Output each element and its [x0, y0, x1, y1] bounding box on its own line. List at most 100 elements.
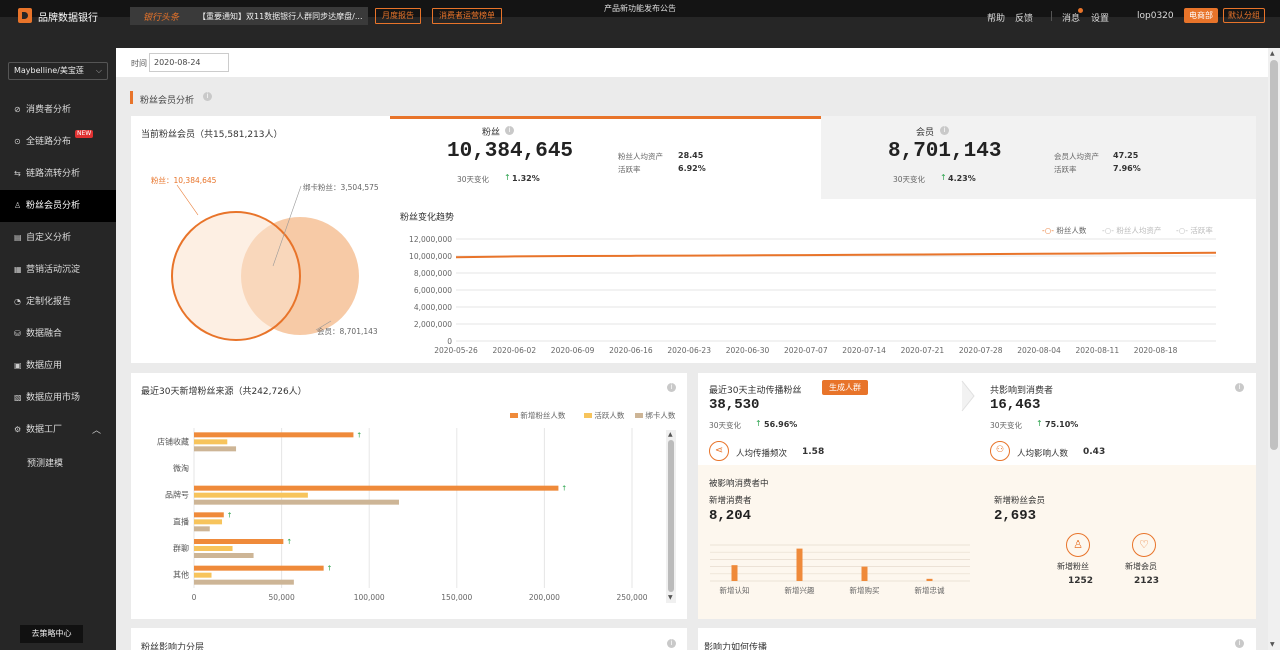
arrow-up-icon: ↑ [504, 173, 511, 182]
sidebar-item-prediction[interactable]: 预测建模 [27, 456, 63, 469]
brand-name[interactable]: 品牌数据银行 [38, 9, 98, 24]
source-bar[interactable] [194, 526, 210, 532]
members-stat2: 7.96% [1113, 164, 1141, 173]
source-bar[interactable] [194, 565, 324, 571]
scroll-down-icon[interactable]: ▼ [1270, 641, 1275, 648]
messages-link[interactable]: 消息 [1062, 11, 1080, 24]
date-input[interactable]: 2020-08-24 [149, 53, 229, 72]
sidebar-item-full-link[interactable]: ⊙ 全链路分布 [0, 126, 116, 158]
funnel-chart[interactable]: 新增认知 新增兴趣 新增购买 新增忠诚 [698, 465, 988, 619]
source-bar[interactable] [194, 492, 308, 498]
spread-value-right: 16,463 [990, 397, 1041, 413]
info-icon[interactable]: i [1235, 383, 1244, 392]
members-title: 会员 [916, 128, 935, 138]
funnel-bar[interactable] [731, 565, 738, 581]
source-bar[interactable] [194, 432, 354, 438]
members-card[interactable] [821, 116, 1256, 199]
source-bar[interactable] [194, 519, 223, 525]
source-x-tick: 0 [192, 593, 197, 602]
consumer-ranking-button[interactable]: 消费者运营榜单 [432, 8, 502, 24]
nav-divider [1051, 11, 1052, 21]
news-tab[interactable]: 银行头条 [143, 10, 179, 23]
spread-change-right: 75.10% [1045, 420, 1079, 429]
default-group-button[interactable]: 默认分组 [1223, 8, 1265, 23]
funnel-bar[interactable] [796, 548, 803, 581]
members-change-label: 30天变化 [893, 175, 926, 184]
help-link[interactable]: 帮助 [987, 11, 1005, 24]
news-text[interactable]: 【重要通知】双11数据银行人群同步达摩盘/... [198, 11, 363, 22]
source-x-tick: 250,000 [616, 593, 647, 602]
generate-audience-button[interactable]: 生成人群 [822, 380, 868, 395]
source-bar[interactable] [194, 539, 284, 544]
scroll-up-icon[interactable]: ▲ [1270, 50, 1275, 57]
source-bar[interactable] [194, 446, 237, 452]
chart-scroll-thumb[interactable] [668, 440, 674, 592]
fans-circle[interactable] [171, 211, 301, 341]
department-button[interactable]: 电商部 [1184, 8, 1218, 23]
info-icon[interactable]: i [940, 126, 949, 135]
strategy-center-button[interactable]: 去策略中心 [20, 625, 83, 643]
brand-select[interactable]: Maybelline/美宝莲 ⌵ [8, 62, 108, 80]
full-link-icon: ⊙ [14, 137, 21, 146]
arrow-up-icon: ↑ [561, 485, 567, 493]
info-icon[interactable]: i [667, 639, 676, 648]
info-icon[interactable]: i [203, 92, 212, 101]
info-icon[interactable]: i [505, 126, 514, 135]
sidebar-item-fans-members[interactable]: ♙ 粉丝会员分析 [0, 190, 116, 222]
arrow-up-icon: ↑ [1036, 419, 1043, 428]
new-fans-members-label: 新增粉丝会员 [994, 496, 1046, 506]
scroll-up-icon[interactable]: ▲ [668, 431, 673, 438]
funnel-bar[interactable] [861, 566, 868, 581]
settings-link[interactable]: 设置 [1091, 11, 1109, 24]
funnel-x-label: 新增忠诚 [915, 585, 945, 595]
source-x-tick: 200,000 [529, 593, 560, 602]
funnel-bar[interactable] [926, 578, 933, 581]
source-bar[interactable] [194, 572, 212, 578]
freq-value: 1.58 [802, 447, 825, 457]
sidebar-item-label: 粉丝会员分析 [26, 201, 81, 211]
message-dot-icon [1078, 8, 1083, 13]
source-bar[interactable] [194, 512, 224, 518]
source-bar[interactable] [194, 553, 254, 558]
chevron-up-icon[interactable]: ︿ [92, 423, 101, 436]
monthly-report-button[interactable]: 月度报告 [375, 8, 421, 24]
time-label: 时间 [131, 59, 147, 68]
source-bar[interactable] [194, 439, 228, 445]
sidebar-item-flow[interactable]: ⇆ 链路流转分析 [0, 158, 116, 190]
sidebar-item-market[interactable]: ▧ 数据应用市场 [0, 382, 116, 414]
trend-x-tick: 2020-06-09 [551, 346, 595, 355]
source-bar[interactable] [194, 485, 559, 491]
trend-series-fans[interactable] [455, 251, 1217, 259]
arrow-up-icon: ↑ [755, 419, 762, 428]
sidebar-item-campaign[interactable]: ▦ 营销活动沉淀 [0, 254, 116, 286]
announcement-text[interactable]: 产品新功能发布公告 [604, 4, 676, 13]
trend-chart[interactable]: 0 2,000,000 4,000,000 6,000,000 8,000,000 10,… [390, 199, 1256, 363]
sidebar-item-consumer[interactable]: ⊘ 消费者分析 [0, 94, 116, 126]
sidebar-item-label: 定制化报告 [26, 297, 72, 307]
trend-y-tick: 0 [447, 337, 452, 346]
source-bar[interactable] [194, 579, 294, 585]
brand-logo-icon[interactable] [18, 8, 32, 23]
spread-title-left: 最近30天主动传播粉丝 [709, 386, 802, 396]
feedback-link[interactable]: 反馈 [1015, 11, 1033, 24]
scroll-down-icon[interactable]: ▼ [668, 594, 673, 601]
sidebar-item-fusion[interactable]: ⛁ 数据融合 [0, 318, 116, 350]
arrow-up-icon: ↑ [327, 565, 333, 573]
page-scroll-thumb[interactable] [1270, 60, 1278, 450]
sidebar-item-application[interactable]: ▣ 数据应用 [0, 350, 116, 382]
trend-x-tick: 2020-06-23 [667, 346, 711, 355]
source-category-label: 店铺收藏 [157, 436, 189, 446]
source-bar[interactable] [194, 546, 233, 551]
info-icon[interactable]: i [1235, 639, 1244, 648]
sidebar-item-report[interactable]: ◔ 定制化报告 [0, 286, 116, 318]
source-chart[interactable]: 0 50,000 100,000 150,000 200,000 250,000 店铺收藏 ↑… [131, 373, 687, 619]
custom-icon: ▤ [14, 233, 22, 242]
source-x-tick: 150,000 [441, 593, 472, 602]
fan-icon: ♙ [1066, 533, 1090, 557]
sidebar-item-custom[interactable]: ▤ 自定义分析 [0, 222, 116, 254]
source-bar[interactable] [194, 499, 399, 505]
username[interactable]: lop0320 [1137, 11, 1174, 21]
campaign-icon: ▦ [14, 265, 22, 274]
sidebar-item-label: 全链路分布 [26, 137, 72, 147]
spread-change-left: 56.96% [764, 420, 798, 429]
